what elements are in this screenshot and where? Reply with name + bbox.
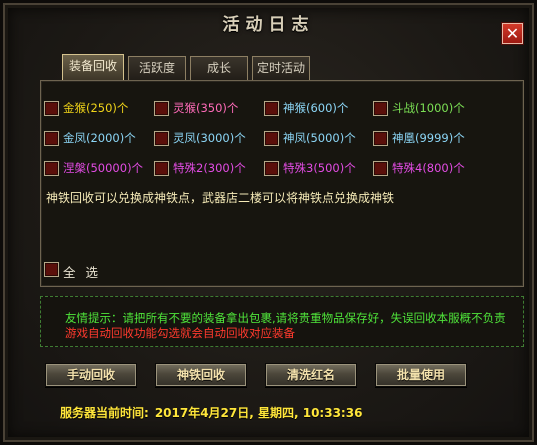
item-checkbox[interactable] xyxy=(373,131,388,146)
server-time-label: 服务器当前时间: xyxy=(60,406,149,420)
item-checkbox[interactable] xyxy=(264,101,279,116)
auto-recycle-tip-text: 游戏自动回收功能勾选就会自动回收对应装备 xyxy=(65,326,295,340)
item-checkbox[interactable] xyxy=(44,101,59,116)
manual-recycle-button[interactable]: 手动回收 xyxy=(45,363,137,387)
item-label: 特殊2(300)个 xyxy=(173,161,246,175)
iron-recycle-button[interactable]: 神铁回收 xyxy=(155,363,247,387)
item-label: 神凤(5000)个 xyxy=(283,131,356,145)
tab-timed-events[interactable]: 定时活动 xyxy=(252,56,310,80)
item-checkbox[interactable] xyxy=(373,161,388,176)
tab-growth[interactable]: 成长 xyxy=(190,56,248,80)
item-label: 金猴(250)个 xyxy=(63,101,129,115)
item-label: 金凤(2000)个 xyxy=(63,131,136,145)
iron-recycle-note: 神铁回收可以兑换成神铁点，武器店二楼可以将神铁点兑换成神铁 xyxy=(46,191,395,205)
item-checkbox[interactable] xyxy=(154,101,169,116)
select-all-checkbox[interactable] xyxy=(44,262,59,277)
item-checkbox[interactable] xyxy=(373,101,388,116)
select-all-label: 全 选 xyxy=(63,265,101,280)
item-checkbox[interactable] xyxy=(154,161,169,176)
item-label: 斗战(1000)个 xyxy=(392,101,465,115)
item-label: 神凰(9999)个 xyxy=(392,131,465,145)
window-title: 活动日志 xyxy=(222,15,315,35)
item-label: 涅槃(50000)个 xyxy=(63,161,144,175)
item-checkbox[interactable] xyxy=(154,131,169,146)
item-label: 灵凤(3000)个 xyxy=(173,131,246,145)
server-time: 服务器当前时间: 2017年4月27日, 星期四, 10:33:36 xyxy=(60,404,368,421)
item-label: 特殊4(800)个 xyxy=(392,161,465,175)
tab-activity[interactable]: 活跃度 xyxy=(128,56,186,80)
item-label: 神猴(600)个 xyxy=(283,101,349,115)
item-checkbox[interactable] xyxy=(44,131,59,146)
item-checkbox[interactable] xyxy=(44,161,59,176)
item-label: 特殊3(500)个 xyxy=(283,161,356,175)
item-label: 灵猴(350)个 xyxy=(173,101,239,115)
clear-red-name-button[interactable]: 清洗红名 xyxy=(265,363,357,387)
friendly-tip-text: 友情提示：请把所有不要的装备拿出包裹,请将贵重物品保存好，失误回收本服概不负责 xyxy=(65,311,506,325)
batch-use-button[interactable]: 批量使用 xyxy=(375,363,467,387)
item-checkbox[interactable] xyxy=(264,131,279,146)
server-time-value: 2017年4月27日, 星期四, 10:33:36 xyxy=(154,406,363,420)
tab-equipment-recycle[interactable]: 装备回收 xyxy=(62,54,124,80)
close-button[interactable]: ✕ xyxy=(502,23,523,44)
item-checkbox[interactable] xyxy=(264,161,279,176)
